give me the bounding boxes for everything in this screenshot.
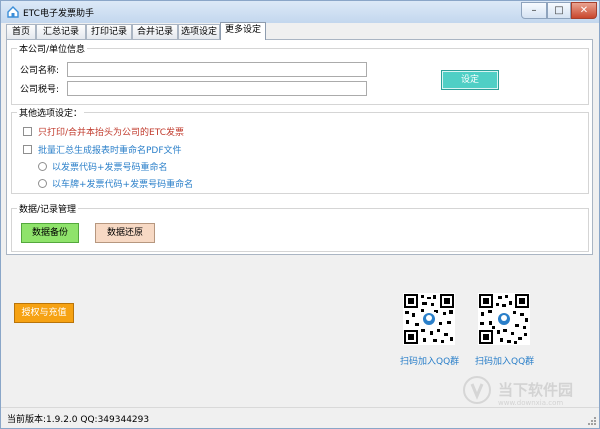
- app-icon: [7, 6, 19, 18]
- status-version-text: 当前版本:1.9.2.0 QQ:349344293: [7, 415, 150, 425]
- maximize-button[interactable]: □: [547, 2, 571, 19]
- company-name-label: 公司名称:: [20, 66, 60, 76]
- set-button[interactable]: 设定: [441, 70, 499, 90]
- radio-code-number-label[interactable]: 以发票代码+发票号码重命名: [52, 160, 168, 173]
- company-tax-label: 公司税号:: [20, 85, 60, 95]
- company-info-group-title: 本公司/单位信息: [17, 42, 88, 55]
- resize-grip-icon[interactable]: [587, 416, 597, 426]
- data-restore-button[interactable]: 数据还原: [95, 223, 155, 243]
- data-management-group-title: 数据/记录管理: [17, 202, 79, 215]
- radio-code-number[interactable]: [38, 162, 47, 171]
- option-rename-pdf-checkbox[interactable]: [23, 145, 32, 154]
- radio-plate-code-number[interactable]: [38, 179, 47, 188]
- tab-home[interactable]: 首页: [6, 24, 36, 39]
- qq-group-qr-code-2: [478, 293, 530, 345]
- company-name-input[interactable]: [67, 62, 367, 77]
- qr-caption-1[interactable]: 扫码加入QQ群: [400, 354, 459, 367]
- status-bar: 当前版本:1.9.2.0 QQ:349344293: [1, 407, 599, 428]
- watermark-text: 当下软件园: [498, 381, 574, 399]
- tab-print-records[interactable]: 打印记录: [86, 24, 132, 39]
- tab-panel-more-settings: 本公司/单位信息 公司名称: 公司税号: 设定 其他选项设定： 只打印/合并本抬…: [6, 39, 593, 255]
- radio-plate-code-number-label[interactable]: 以车牌+发票代码+发票号码重命名: [52, 177, 193, 190]
- app-window: ETC电子发票助手 – □ ✕ 首页 汇总记录 打印记录 合并记录 选项设定 更…: [0, 0, 600, 429]
- company-info-group: 本公司/单位信息 公司名称: 公司税号:: [11, 42, 589, 105]
- authorize-recharge-button[interactable]: 授权与充值: [14, 303, 74, 323]
- qr-caption-2[interactable]: 扫码加入QQ群: [475, 354, 534, 367]
- tab-summary-records[interactable]: 汇总记录: [36, 24, 86, 39]
- minimize-button[interactable]: –: [521, 2, 547, 19]
- company-tax-input[interactable]: [67, 81, 367, 96]
- close-button[interactable]: ✕: [571, 2, 597, 19]
- option-rename-pdf-label[interactable]: 批量汇总生成报表时重命名PDF文件: [38, 143, 182, 156]
- option-company-only-label[interactable]: 只打印/合并本抬头为公司的ETC发票: [38, 125, 184, 138]
- tab-option-settings[interactable]: 选项设定: [178, 24, 220, 39]
- qq-group-qr-code-1: [403, 293, 455, 345]
- watermark-logo-icon: [463, 376, 491, 404]
- data-backup-button[interactable]: 数据备份: [21, 223, 79, 243]
- tab-merge-records[interactable]: 合并记录: [132, 24, 178, 39]
- watermark-url: www.downxia.com: [498, 399, 564, 407]
- title-bar: ETC电子发票助手 – □ ✕: [1, 1, 599, 23]
- other-options-group: 其他选项设定： 只打印/合并本抬头为公司的ETC发票 批量汇总生成报表时重命名P…: [11, 106, 589, 194]
- tab-more-settings[interactable]: 更多设定: [220, 22, 266, 40]
- other-options-group-title: 其他选项设定：: [17, 106, 85, 119]
- option-company-only-checkbox[interactable]: [23, 127, 32, 136]
- window-title: ETC电子发票助手: [23, 9, 94, 19]
